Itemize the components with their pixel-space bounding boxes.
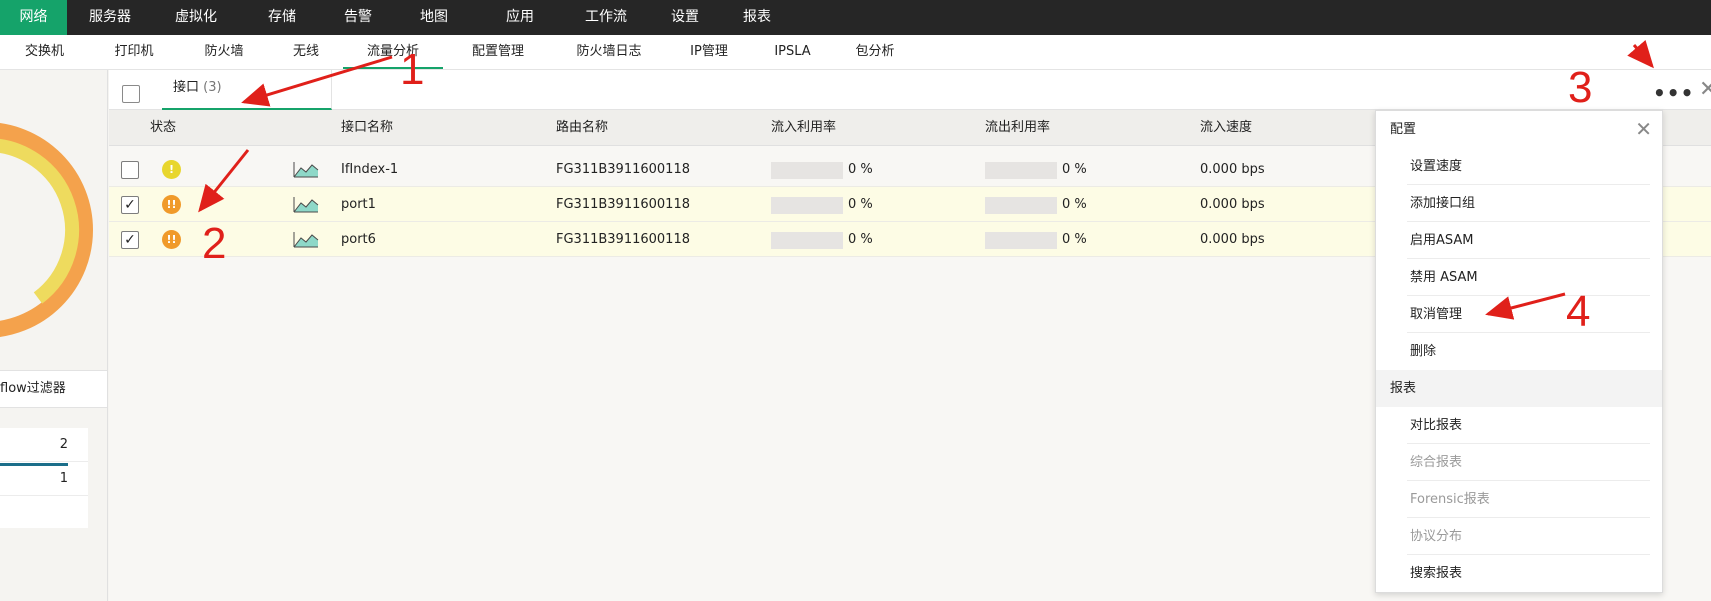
top-nav-item[interactable]: 虚拟化 (153, 0, 239, 35)
top-nav: 网络 服务器 虚拟化 存储 告警 地图 应用 工作流 设置 报表 (0, 0, 1711, 35)
top-nav-item[interactable]: 应用 (477, 0, 563, 35)
close-icon[interactable]: ✕ (1699, 77, 1711, 102)
menu-item[interactable]: 对比报表 (1407, 407, 1650, 444)
sub-nav-item[interactable]: 防火墙 (179, 35, 269, 69)
top-nav-item[interactable]: 地图 (391, 0, 477, 35)
app-root: 网络 服务器 虚拟化 存储 告警 地图 应用 工作流 设置 报表 交换机 打印机 防火墙 无线 流量分析配… (0, 0, 1711, 601)
router-name[interactable]: FG311B3911600118 (556, 187, 690, 222)
menu-item[interactable]: 禁用 ASAM (1407, 259, 1650, 296)
count-row[interactable]: 1 (0, 462, 88, 496)
in-speed-value: 0.000 bps (1200, 197, 1265, 212)
sub-nav-item[interactable]: 无线 (269, 35, 343, 69)
top-nav-item[interactable]: 网络 (0, 0, 67, 35)
tab-interfaces[interactable]: 接口 (3) (162, 70, 332, 110)
col-status[interactable]: 状态 (150, 110, 176, 146)
traffic-graph-icon[interactable] (293, 161, 319, 178)
sub-nav-item[interactable]: IPSLA (753, 35, 832, 69)
sub-nav: 交换机 打印机 防火墙 无线 流量分析 配置管理 防火墙日志 IP管理 IPSLA 包分析 (0, 35, 1711, 70)
row-checkbox[interactable]: ✓ (121, 196, 139, 214)
config-items: 设置速度 添加接口组 启用ASAM 禁用 ASAM 取消管理 删除 (1376, 148, 1662, 370)
count-row[interactable]: 2 (0, 428, 88, 462)
menu-item: 协议分布 (1407, 518, 1650, 555)
top-nav-item[interactable]: 告警 (325, 0, 391, 35)
row-checkbox[interactable]: ✓ (121, 231, 139, 249)
interface-name[interactable]: port6 (341, 222, 376, 257)
col-in-speed[interactable]: 流入速度 (1200, 110, 1252, 146)
report-items: 对比报表 综合报表 Forensic报表 协议分布 搜索报表 (1376, 407, 1662, 592)
router-name[interactable]: FG311B3911600118 (556, 152, 690, 187)
in-utilization-bar (771, 162, 843, 179)
count-list: 2 1 (0, 428, 88, 528)
sub-nav-item[interactable]: 配置管理 (443, 35, 553, 69)
out-utilization-bar (985, 197, 1057, 214)
annotation-number-1: 1 (400, 45, 425, 94)
flow-filter-button[interactable]: flow过滤器 (0, 370, 107, 408)
count-bar (0, 463, 68, 466)
more-options-icon[interactable]: ••• (1653, 81, 1694, 105)
top-nav-item[interactable]: 报表 (721, 0, 793, 35)
annotation-number-2: 2 (202, 219, 227, 268)
menu-item[interactable]: 取消管理 (1407, 296, 1650, 333)
out-utilization-value: 0 % (1062, 162, 1087, 177)
sub-nav-item[interactable]: 防火墙日志 (553, 35, 665, 69)
router-name[interactable]: FG311B3911600118 (556, 222, 690, 257)
row-checkbox[interactable] (121, 161, 139, 179)
annotation-number-4: 4 (1566, 287, 1591, 336)
sub-nav-item[interactable]: 流量分析 (343, 35, 443, 69)
interface-name[interactable]: IfIndex-1 (341, 152, 398, 187)
in-utilization-value: 0 % (848, 232, 873, 247)
col-in-utilization[interactable]: 流入利用率 (771, 110, 836, 146)
tab-strip: 接口 (3) ••• ✕ (109, 70, 1711, 110)
menu-item: Forensic报表 (1407, 481, 1650, 518)
col-router-name[interactable]: 路由名称 (556, 110, 608, 146)
more-options-menu: 配置 ✕ 设置速度 添加接口组 启用ASAM 禁用 ASAM 取消管理 删除 报表 对比报… (1375, 110, 1663, 593)
menu-item[interactable]: 启用ASAM (1407, 222, 1650, 259)
top-nav-item[interactable]: 服务器 (67, 0, 153, 35)
sub-nav-item[interactable]: 打印机 (89, 35, 179, 69)
out-utilization-value: 0 % (1062, 197, 1087, 212)
select-all-checkbox[interactable] (122, 85, 140, 103)
close-menu-icon[interactable]: ✕ (1635, 111, 1652, 148)
tab-label: 接口 (173, 80, 200, 95)
menu-item[interactable]: 添加接口组 (1407, 185, 1650, 222)
left-panel: flow过滤器 2 1 (0, 70, 108, 601)
menu-section-config: 配置 ✕ (1376, 111, 1662, 148)
menu-item[interactable]: 搜索报表 (1407, 555, 1650, 592)
sub-nav-item[interactable]: 交换机 (0, 35, 89, 69)
menu-section-label: 报表 (1390, 381, 1417, 396)
tab-count: (3) (203, 80, 222, 95)
count-value: 2 (59, 437, 68, 452)
status-orange-icon: !! (162, 195, 181, 214)
in-utilization-bar (771, 197, 843, 214)
out-utilization-bar (985, 232, 1057, 249)
out-utilization-bar (985, 162, 1057, 179)
count-value: 1 (59, 471, 68, 486)
col-interface-name[interactable]: 接口名称 (341, 110, 393, 146)
sub-nav-item[interactable]: 包分析 (832, 35, 918, 69)
in-utilization-value: 0 % (848, 162, 873, 177)
col-out-utilization[interactable]: 流出利用率 (985, 110, 1050, 146)
out-utilization-value: 0 % (1062, 232, 1087, 247)
menu-section-reports: 报表 (1376, 370, 1662, 407)
in-speed-value: 0.000 bps (1200, 232, 1265, 247)
menu-item[interactable]: 删除 (1407, 333, 1650, 370)
top-nav-item[interactable]: 工作流 (563, 0, 649, 35)
interface-name[interactable]: port1 (341, 187, 376, 222)
menu-item: 综合报表 (1407, 444, 1650, 481)
top-nav-item[interactable]: 存储 (239, 0, 325, 35)
sub-nav-item[interactable]: IP管理 (665, 35, 753, 69)
in-utilization-bar (771, 232, 843, 249)
menu-item[interactable]: 设置速度 (1407, 148, 1650, 185)
traffic-graph-icon[interactable] (293, 231, 319, 248)
donut-chart (0, 123, 93, 337)
in-speed-value: 0.000 bps (1200, 162, 1265, 177)
traffic-graph-icon[interactable] (293, 196, 319, 213)
top-nav-item[interactable]: 设置 (649, 0, 721, 35)
status-yellow-icon: ! (162, 160, 181, 179)
menu-section-label: 配置 (1390, 122, 1417, 137)
flow-filter-label: flow过滤器 (0, 381, 66, 396)
annotation-number-3: 3 (1568, 63, 1593, 112)
status-orange-icon: !! (162, 230, 181, 249)
in-utilization-value: 0 % (848, 197, 873, 212)
